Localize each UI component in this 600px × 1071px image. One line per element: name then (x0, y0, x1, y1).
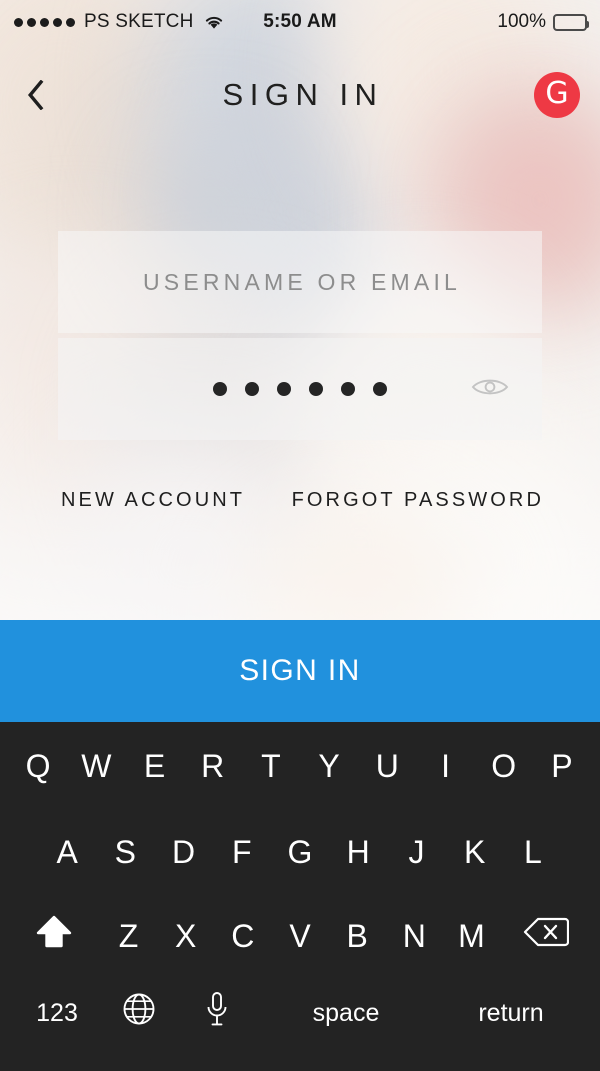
dictation-key[interactable] (178, 978, 256, 1048)
key-c[interactable]: C (214, 894, 271, 978)
login-form: USERNAME OR EMAIL (58, 231, 542, 440)
clock-label: 5:50 AM (263, 11, 337, 32)
key-x[interactable]: X (157, 894, 214, 978)
key-d[interactable]: D (154, 810, 212, 894)
globe-key[interactable] (100, 978, 178, 1048)
key-g[interactable]: G (271, 810, 329, 894)
key-e[interactable]: E (125, 722, 183, 810)
shift-key[interactable] (8, 894, 100, 978)
nav-bar: SIGN IN G (0, 60, 600, 130)
keyboard-row-1: Q W E R T Y U I O P (0, 722, 600, 810)
backspace-icon (523, 915, 570, 957)
backspace-key[interactable] (500, 894, 592, 978)
key-o[interactable]: O (475, 722, 533, 810)
key-r[interactable]: R (184, 722, 242, 810)
key-f[interactable]: F (213, 810, 271, 894)
key-a[interactable]: A (38, 810, 96, 894)
key-h[interactable]: H (329, 810, 387, 894)
key-q[interactable]: Q (9, 722, 67, 810)
keyboard-row-4: 123 space return (0, 978, 600, 1048)
username-input[interactable]: USERNAME OR EMAIL (58, 231, 542, 333)
return-key[interactable]: return (436, 978, 586, 1048)
on-screen-keyboard: Q W E R T Y U I O P A S D F G H J K L Z … (0, 722, 600, 1071)
key-j[interactable]: J (387, 810, 445, 894)
page-title: SIGN IN (222, 77, 384, 112)
key-p[interactable]: P (533, 722, 591, 810)
key-i[interactable]: I (416, 722, 474, 810)
key-w[interactable]: W (67, 722, 125, 810)
brand-logo-button[interactable]: G (534, 72, 580, 118)
key-y[interactable]: Y (300, 722, 358, 810)
secondary-links: NEW ACCOUNT FORGOT PASSWORD (58, 489, 544, 512)
globe-icon (122, 992, 156, 1034)
key-l[interactable]: L (504, 810, 562, 894)
key-m[interactable]: M (443, 894, 500, 978)
battery-full-icon (553, 13, 589, 31)
new-account-link[interactable]: NEW ACCOUNT (58, 489, 245, 512)
toggle-password-visibility-button[interactable] (468, 374, 512, 404)
eye-icon (470, 375, 510, 404)
key-n[interactable]: N (386, 894, 443, 978)
key-k[interactable]: K (446, 810, 504, 894)
key-s[interactable]: S (96, 810, 154, 894)
key-t[interactable]: T (242, 722, 300, 810)
key-u[interactable]: U (358, 722, 416, 810)
keyboard-row-2: A S D F G H J K L (0, 810, 600, 894)
brand-logo-g-icon: G (534, 72, 580, 118)
sign-in-button[interactable]: SIGN IN (0, 620, 600, 722)
shift-arrow-icon (34, 913, 74, 959)
brand-logo-letter: G (545, 76, 569, 111)
key-z[interactable]: Z (100, 894, 157, 978)
status-bar: PS SKETCH 5:50 AM 100% (0, 0, 600, 44)
password-input[interactable] (58, 338, 542, 440)
key-v[interactable]: V (271, 894, 328, 978)
key-b[interactable]: B (329, 894, 386, 978)
space-key[interactable]: space (256, 978, 436, 1048)
sign-in-button-label: SIGN IN (239, 654, 361, 687)
numbers-key[interactable]: 123 (14, 978, 100, 1048)
forgot-password-link[interactable]: FORGOT PASSWORD (289, 489, 544, 512)
microphone-icon (204, 991, 230, 1035)
keyboard-row-3: Z X C V B N M (0, 894, 600, 978)
username-placeholder: USERNAME OR EMAIL (142, 268, 462, 295)
signin-screen: PS SKETCH 5:50 AM 100% SIGN IN G USERNAM… (0, 0, 600, 1071)
password-masked-value (213, 382, 387, 396)
